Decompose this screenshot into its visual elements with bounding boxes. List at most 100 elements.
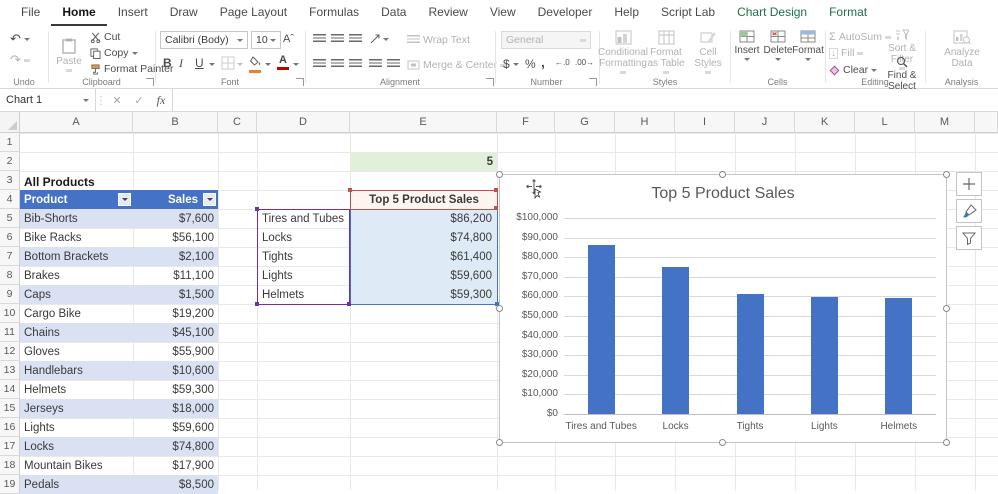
currency-button[interactable]: $ (503, 57, 519, 71)
row-header-6[interactable]: 6 (0, 228, 20, 247)
column-header-C[interactable]: C (218, 112, 257, 133)
name-box-splitter[interactable]: ⋮ (96, 89, 106, 111)
product-cell[interactable]: Caps (20, 285, 133, 304)
bold-button[interactable]: B (163, 56, 172, 70)
cut-button[interactable]: Cut (90, 31, 120, 43)
align-right-icon[interactable] (349, 59, 362, 69)
sales-cell[interactable]: $11,100 (133, 266, 218, 285)
row-header-13[interactable]: 13 (0, 361, 20, 380)
fill-button[interactable]: ↓Fill (829, 47, 863, 59)
align-bottom-icon[interactable] (349, 34, 362, 44)
top5-header-cell[interactable]: Top 5 Product Sales (350, 190, 498, 210)
chart-styles-button[interactable] (956, 199, 982, 223)
top5-sales-cell[interactable]: $59,600 (351, 266, 496, 285)
chart-handle-sw[interactable] (496, 439, 503, 446)
column-header-H[interactable]: H (615, 112, 675, 133)
chart-handle-w[interactable] (496, 305, 503, 312)
underline-button[interactable]: U (195, 56, 204, 70)
product-cell[interactable]: Bib-Shorts (20, 209, 133, 228)
column-header-F[interactable]: F (497, 112, 555, 133)
increase-decimal-button[interactable]: ←.0 (555, 58, 570, 67)
product-cell[interactable]: Bike Racks (20, 228, 133, 247)
row-header-9[interactable]: 9 (0, 285, 20, 304)
delete-cells-button[interactable]: Delete (763, 30, 793, 61)
top5-sales-cell[interactable]: $61,400 (351, 247, 496, 266)
chart-handle-se[interactable] (943, 439, 950, 446)
column-header-G[interactable]: G (555, 112, 615, 133)
align-top-icon[interactable] (313, 34, 326, 44)
product-cell[interactable]: Mountain Bikes (20, 456, 133, 475)
sales-cell[interactable]: $59,600 (133, 418, 218, 437)
column-header-I[interactable]: I (675, 112, 735, 133)
ribbon-tab-data[interactable]: Data (370, 0, 417, 26)
decrease-decimal-button[interactable]: .00→ (575, 58, 594, 67)
product-cell[interactable]: Bottom Brackets (20, 247, 133, 266)
row-header-18[interactable]: 18 (0, 456, 20, 475)
redo-button[interactable]: ↷ (10, 52, 30, 68)
products-header-product[interactable]: Product (20, 190, 133, 209)
ribbon-tab-file[interactable]: File (10, 0, 51, 26)
row-header-1[interactable]: 1 (0, 133, 20, 152)
font-dialog-launcher[interactable] (296, 78, 304, 86)
sales-cell[interactable]: $74,800 (133, 437, 218, 456)
merge-center-button[interactable]: Merge & Center (407, 59, 506, 71)
fill-color-button[interactable] (249, 55, 262, 73)
ribbon-tab-format[interactable]: Format (818, 0, 878, 26)
chart-handle-nw[interactable] (496, 171, 503, 178)
grow-font-button[interactable]: Aˆ (283, 33, 294, 45)
row-header-2[interactable]: 2 (0, 152, 20, 171)
row-header-4[interactable]: 4 (0, 190, 20, 209)
row-header-14[interactable]: 14 (0, 380, 20, 399)
product-cell[interactable]: Brakes (20, 266, 133, 285)
font-name-combo[interactable]: Calibri (Body) (160, 31, 248, 49)
chart-handle-n[interactable] (719, 171, 726, 178)
sales-cell[interactable]: $59,300 (133, 380, 218, 399)
insert-cells-button[interactable]: Insert (732, 30, 762, 61)
ribbon-tab-review[interactable]: Review (417, 0, 478, 26)
row-header-16[interactable]: 16 (0, 418, 20, 437)
ribbon-tab-insert[interactable]: Insert (107, 0, 159, 26)
ribbon-tab-formulas[interactable]: Formulas (298, 0, 370, 26)
format-cells-button[interactable]: Format (793, 30, 823, 61)
ribbon-tab-home[interactable]: Home (51, 0, 106, 26)
column-header-D[interactable]: D (257, 112, 350, 133)
insert-function-button[interactable]: fx (150, 89, 172, 111)
chart-handle-e[interactable] (943, 305, 950, 312)
ribbon-tab-view[interactable]: View (479, 0, 527, 26)
product-cell[interactable]: Jerseys (20, 399, 133, 418)
column-header-B[interactable]: B (133, 112, 218, 133)
ribbon-tab-script-lab[interactable]: Script Lab (650, 0, 726, 26)
chart-title[interactable]: Top 5 Product Sales (500, 185, 946, 203)
product-cell[interactable]: Lights (20, 418, 133, 437)
ribbon-tab-page-layout[interactable]: Page Layout (209, 0, 298, 26)
sales-cell[interactable]: $8,500 (133, 475, 218, 494)
ribbon-tab-help[interactable]: Help (603, 0, 650, 26)
format-as-table-button[interactable]: Format as Table (646, 30, 686, 74)
bar-locks[interactable] (662, 267, 689, 414)
name-box[interactable]: Chart 1 (0, 89, 96, 111)
sales-cell[interactable]: $56,100 (133, 228, 218, 247)
product-filter-button[interactable] (118, 193, 131, 206)
row-header-11[interactable]: 11 (0, 323, 20, 342)
row-header-8[interactable]: 8 (0, 266, 20, 285)
top5-sales-cell[interactable]: $86,200 (351, 209, 496, 228)
product-cell[interactable]: Chains (20, 323, 133, 342)
font-color-button[interactable]: A (277, 54, 289, 70)
column-header-E[interactable]: E (350, 112, 497, 133)
top5-product-cell[interactable]: Tights (258, 247, 349, 266)
column-header-M[interactable]: M (915, 112, 975, 133)
ribbon-tab-chart-design[interactable]: Chart Design (726, 0, 818, 26)
paste-button[interactable]: Paste (54, 30, 84, 80)
column-header-K[interactable]: K (795, 112, 855, 133)
row-header-5[interactable]: 5 (0, 209, 20, 228)
bar-helmets[interactable] (885, 298, 912, 414)
sales-cell[interactable]: $19,200 (133, 304, 218, 323)
column-header-L[interactable]: L (855, 112, 915, 133)
sales-cell[interactable]: $10,600 (133, 361, 218, 380)
top5-product-cell[interactable]: Locks (258, 228, 349, 247)
product-cell[interactable]: Cargo Bike (20, 304, 133, 323)
row-header-12[interactable]: 12 (0, 342, 20, 361)
column-header-partial[interactable] (975, 112, 998, 133)
orientation-icon[interactable] (369, 33, 381, 45)
sales-cell[interactable]: $18,000 (133, 399, 218, 418)
